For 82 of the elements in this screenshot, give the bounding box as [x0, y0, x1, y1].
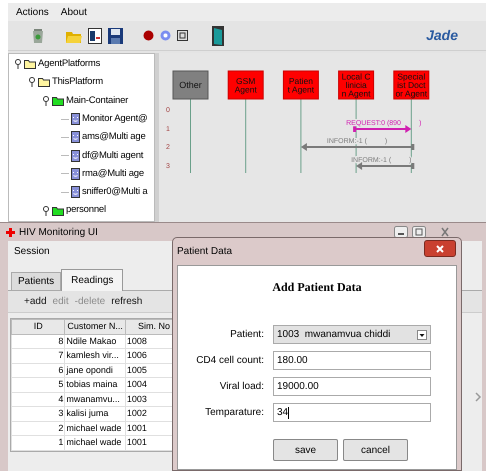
field-label: Temparature: — [204, 406, 264, 420]
agent-icon — [71, 186, 80, 198]
tree-item[interactable]: Monitor Agent@ — [82, 112, 148, 126]
dialog-title: Patient Data — [177, 245, 232, 259]
folder-icon — [24, 59, 36, 70]
agent-box[interactable]: Local C linicia n Agent — [338, 70, 374, 100]
agent-box[interactable]: Special ist Doct or Agent — [393, 70, 430, 100]
window-title: HIV Monitoring UI — [19, 226, 98, 240]
tree-item[interactable]: df@Multi agent — [82, 148, 144, 163]
input-field[interactable]: 180.00 — [273, 351, 431, 370]
folder-icon — [52, 206, 64, 216]
logo: Jade — [426, 26, 458, 45]
close-button[interactable] — [424, 240, 456, 257]
patient-dropdown[interactable]: 1003 mwanamvua chiddi — [273, 325, 431, 344]
table-cell: Ndile Makao — [64, 334, 126, 348]
column-header[interactable]: Sim. No — [125, 320, 172, 334]
tree-item[interactable]: Main-Container — [66, 94, 128, 108]
maximize-icon[interactable] — [412, 226, 426, 238]
table-cell: mwanamvu... — [64, 392, 126, 406]
field-label: CD4 cell count: — [195, 354, 264, 368]
agent-icon — [71, 150, 80, 162]
dialog-button[interactable]: cancel — [343, 439, 408, 461]
table-cell: 6 — [12, 363, 65, 378]
input-field[interactable]: 19000.00 — [273, 377, 431, 396]
table-cell: 3 — [12, 406, 65, 421]
message-arrow[interactable] — [300, 143, 414, 151]
agent-box[interactable]: Patien t Agent — [282, 70, 319, 100]
table-cell: kalisi juma — [64, 406, 126, 421]
agent-icon — [71, 113, 80, 126]
expand-handle-icon[interactable] — [42, 206, 50, 216]
dialog-button[interactable]: save — [273, 439, 338, 461]
document-icon[interactable] — [88, 28, 102, 44]
column-header[interactable]: Customer N... — [64, 320, 126, 334]
message-arrow[interactable] — [353, 125, 412, 133]
record-icon[interactable] — [143, 30, 154, 41]
dialog-heading: Add Patient Data — [272, 279, 362, 296]
tree-item[interactable]: ams@Multi age — [82, 130, 146, 144]
table-cell: kamlesh vir... — [64, 348, 126, 363]
globe-icon[interactable] — [160, 30, 171, 41]
tree-item[interactable]: ThisPlatform — [52, 75, 103, 90]
folder-icon — [38, 77, 50, 88]
agent-box[interactable]: Other — [172, 70, 208, 100]
tab[interactable]: Readings — [61, 269, 124, 291]
table-cell: michael wade — [64, 421, 126, 436]
folder-icon — [52, 96, 64, 106]
menu-item[interactable]: About — [60, 4, 87, 20]
table-cell: jane opondi — [64, 363, 126, 378]
table-cell: tobias maina — [64, 378, 126, 392]
table-cell: 1 — [12, 436, 65, 450]
menu-item[interactable]: Actions — [16, 4, 49, 20]
tree-item[interactable]: AgentPlatforms — [38, 57, 100, 72]
message-arrow[interactable] — [356, 162, 414, 170]
close-icon — [436, 244, 444, 252]
agent-icon — [71, 168, 80, 180]
field-label: Patient: — [229, 328, 264, 342]
minimize-icon[interactable] — [394, 226, 408, 238]
toolbar-button[interactable]: +add — [24, 294, 47, 309]
panel-icon[interactable] — [177, 30, 188, 41]
agent-icon — [71, 131, 80, 144]
tree-item[interactable]: sniffer0@Multi a — [82, 185, 148, 200]
table-cell: 2 — [12, 421, 65, 436]
menu-item[interactable]: Session — [14, 244, 50, 258]
agent-box[interactable]: GSM Agent — [228, 70, 264, 100]
column-header[interactable]: ID — [12, 320, 65, 334]
tree-item[interactable]: personnel — [66, 203, 106, 218]
expand-handle-icon[interactable] — [28, 77, 36, 88]
field-label: Viral load: — [218, 380, 264, 394]
input-field[interactable]: 34 — [273, 403, 431, 422]
table-cell: 4 — [12, 392, 65, 406]
door-icon[interactable] — [212, 26, 224, 46]
save-icon[interactable] — [108, 28, 123, 44]
expand-handle-icon[interactable] — [42, 96, 50, 106]
recycle-bin-icon[interactable] — [32, 28, 44, 44]
expand-handle-icon[interactable] — [14, 59, 22, 70]
table-cell: 8 — [12, 334, 65, 348]
table-cell: 7 — [12, 348, 65, 363]
tree-item[interactable]: rma@Multi age — [82, 166, 144, 182]
toolbar-button[interactable]: refresh — [111, 294, 142, 309]
table-cell: michael wade — [64, 436, 126, 450]
table-cell: 5 — [12, 378, 65, 392]
tab[interactable]: Patients — [11, 272, 62, 290]
medical-cross-icon — [6, 228, 15, 236]
